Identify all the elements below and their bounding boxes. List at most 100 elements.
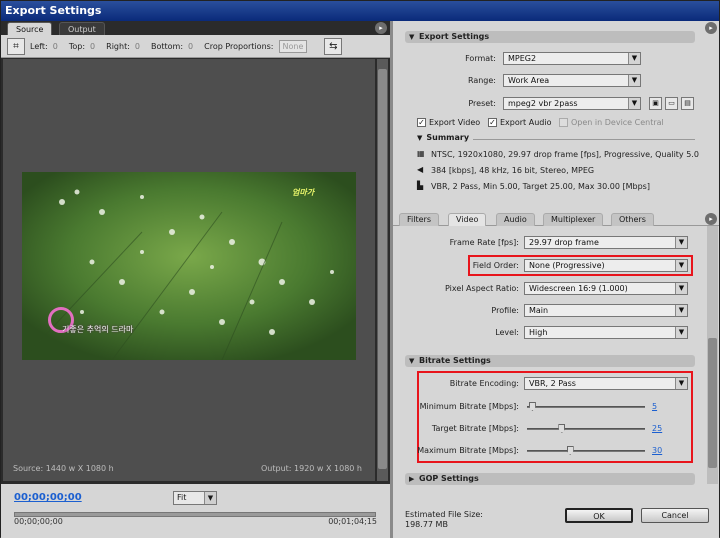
preview-tabs: Source Output ▸	[1, 21, 390, 35]
current-timecode[interactable]: 00;00;00;00	[14, 492, 82, 503]
cancel-button[interactable]: Cancel	[641, 508, 709, 523]
crop-right-value[interactable]: 0	[135, 42, 140, 51]
ok-button[interactable]: OK	[565, 508, 633, 523]
maximum-bitrate-slider[interactable]	[527, 446, 645, 455]
bitrate-settings-header[interactable]: ▼ Bitrate Settings	[405, 355, 695, 367]
tab-filters[interactable]: Filters	[399, 213, 439, 226]
pixel-aspect-value: Widescreen 16:9 (1.000)	[529, 284, 628, 293]
chevron-down-icon: ▼	[675, 378, 687, 389]
import-preset-icon[interactable]: ▭	[665, 97, 678, 110]
summary-bitrate-line: VBR, 2 Pass, Min 5.00, Target 25.00, Max…	[431, 182, 650, 191]
export-video-checkbox[interactable]: ✓ Export Video	[417, 118, 480, 127]
source-dimensions: Source: 1440 w X 1080 h	[13, 464, 114, 473]
timeline-bar: 00;00;00;00 Fit ▼ 00;00;00;00 00;01;04;15	[1, 484, 390, 538]
settings-scrollbar-thumb[interactable]	[708, 338, 717, 468]
bitrate-settings-header-label: Bitrate Settings	[419, 356, 491, 365]
target-bitrate-value[interactable]: 25	[652, 424, 662, 433]
save-preset-icon[interactable]: ▣	[649, 97, 662, 110]
gop-settings-header[interactable]: ▶ GOP Settings	[405, 473, 695, 485]
audio-summary-icon: ◀	[417, 165, 424, 174]
zoom-fit-select[interactable]: Fit ▼	[173, 491, 217, 505]
preset-select[interactable]: mpeg2 vbr 2pass ▼	[503, 97, 641, 110]
pixel-aspect-select[interactable]: Widescreen 16:9 (1.000) ▼	[524, 282, 688, 295]
checkbox-checked-icon: ✓	[417, 118, 426, 127]
crop-proportions-select[interactable]: None	[278, 39, 308, 53]
summary-divider	[473, 139, 695, 140]
export-audio-checkbox[interactable]: ✓ Export Audio	[488, 118, 551, 127]
preview-scrollbar[interactable]	[377, 59, 388, 481]
video-overlay-top-text: 엄마가	[292, 188, 315, 197]
collapse-triangle-icon: ▼	[417, 133, 423, 142]
source-output-panel: Source Output ▸ ⌗ Left: 0 Top: 0 Right: …	[1, 21, 390, 538]
frame-rate-label: Frame Rate [fps]:	[449, 238, 519, 247]
settings-panel: ▸ ▼ Export Settings Format: MPEG2 ▼ Range:…	[393, 21, 719, 538]
tab-output[interactable]: Output	[59, 22, 105, 35]
checkbox-checked-icon: ✓	[488, 118, 497, 127]
chevron-down-icon: ▼	[675, 327, 687, 338]
frame-rate-select[interactable]: 29.97 drop frame ▼	[524, 236, 688, 249]
tabs-menu-icon[interactable]: ▸	[705, 213, 717, 225]
maximum-bitrate-value[interactable]: 30	[652, 446, 662, 455]
tab-audio[interactable]: Audio	[496, 213, 535, 226]
tab-multiplexer[interactable]: Multiplexer	[543, 213, 604, 226]
summary-header-label: Summary	[426, 133, 470, 142]
bitrate-encoding-select[interactable]: VBR, 2 Pass ▼	[524, 377, 688, 390]
format-label: Format:	[465, 54, 496, 63]
tab-video[interactable]: Video	[448, 213, 487, 226]
summary-video-line: NTSC, 1920x1080, 29.97 drop frame [fps],…	[431, 150, 699, 159]
expand-triangle-icon: ▶	[409, 475, 415, 483]
export-video-label: Export Video	[429, 118, 481, 127]
export-settings-header-label: Export Settings	[419, 32, 490, 41]
tab-others[interactable]: Others	[611, 213, 654, 226]
chevron-down-icon: ▼	[675, 237, 687, 248]
bitrate-encoding-value: VBR, 2 Pass	[529, 379, 576, 388]
crop-top-value[interactable]: 0	[90, 42, 95, 51]
crop-bottom-value[interactable]: 0	[188, 42, 193, 51]
settings-scrollbar[interactable]	[707, 226, 718, 484]
level-select[interactable]: High ▼	[524, 326, 688, 339]
chevron-down-icon: ▼	[675, 283, 687, 294]
preview-scrollbar-thumb[interactable]	[378, 69, 387, 469]
crop-bottom-label: Bottom:	[151, 41, 184, 51]
field-order-select[interactable]: None (Progressive) ▼	[524, 259, 688, 272]
summary-header[interactable]: ▼ Summary	[417, 133, 469, 142]
video-preview-area: 엄마가 기좋은 추억의 드라마	[3, 59, 375, 481]
end-timecode: 00;01;04;15	[328, 517, 377, 526]
delete-preset-icon[interactable]: ▤	[681, 97, 694, 110]
crop-left-value[interactable]: 0	[53, 42, 58, 51]
timeline-track[interactable]	[14, 512, 376, 517]
open-device-central-checkbox[interactable]: Open in Device Central	[559, 118, 664, 127]
range-select[interactable]: Work Area ▼	[503, 74, 641, 87]
format-select[interactable]: MPEG2 ▼	[503, 52, 641, 65]
chevron-down-icon: ▼	[628, 53, 640, 64]
settings-menu-icon[interactable]: ▸	[705, 22, 717, 34]
bitrate-encoding-label: Bitrate Encoding:	[449, 379, 519, 388]
field-order-label: Field Order:	[472, 261, 519, 270]
estimated-size-label: Estimated File Size:	[405, 510, 484, 519]
panel-menu-icon[interactable]: ▸	[375, 22, 387, 34]
profile-select[interactable]: Main ▼	[524, 304, 688, 317]
minimum-bitrate-value[interactable]: 5	[652, 402, 657, 411]
tab-source[interactable]: Source	[7, 22, 53, 35]
chevron-down-icon: ▼	[675, 260, 687, 271]
crop-toolbar: ⌗ Left: 0 Top: 0 Right: 0 Bottom: 0 Crop…	[1, 35, 390, 58]
target-bitrate-slider[interactable]	[527, 424, 645, 433]
frame-rate-value: 29.97 drop frame	[529, 238, 599, 247]
minimum-bitrate-label: Minimum Bitrate [Mbps]:	[419, 402, 519, 411]
field-order-value: None (Progressive)	[529, 261, 605, 270]
video-summary-icon: ▦	[417, 149, 425, 158]
bitrate-summary-icon: ▙	[417, 181, 424, 190]
video-frame: 엄마가 기좋은 추억의 드라마	[22, 172, 356, 360]
crop-icon[interactable]: ⌗	[7, 37, 25, 55]
level-value: High	[529, 328, 548, 337]
aspect-toggle-icon[interactable]: ⇆	[324, 37, 343, 55]
profile-label: Profile:	[491, 306, 519, 315]
open-device-central-label: Open in Device Central	[571, 118, 664, 127]
crop-top-label: Top:	[68, 41, 86, 51]
minimum-bitrate-slider[interactable]	[527, 402, 645, 411]
chevron-down-icon: ▼	[675, 305, 687, 316]
range-label: Range:	[467, 76, 496, 85]
export-settings-header[interactable]: ▼ Export Settings	[405, 31, 695, 43]
estimated-size-value: 198.77 MB	[405, 520, 448, 529]
preset-label: Preset:	[468, 99, 496, 108]
